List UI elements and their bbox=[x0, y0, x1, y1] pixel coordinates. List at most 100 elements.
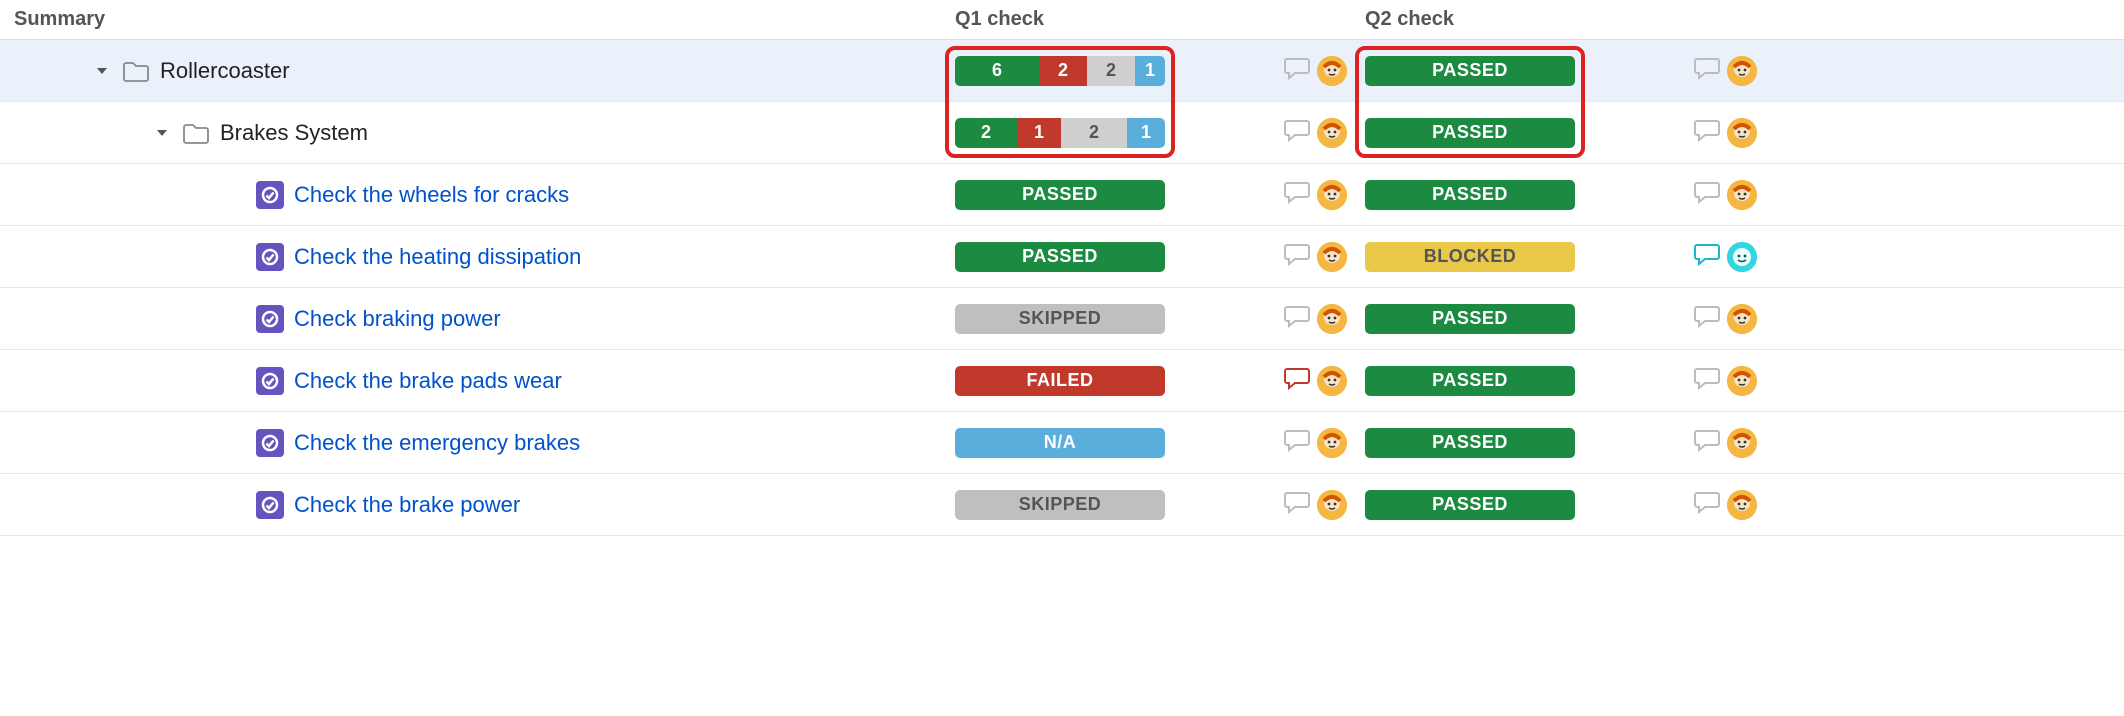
summary-cell: Check braking power bbox=[0, 297, 955, 341]
segment-blue[interactable]: 1 bbox=[1135, 56, 1165, 86]
q2-extras-c1 bbox=[1685, 179, 1775, 211]
assignee-avatar[interactable] bbox=[1727, 180, 1757, 210]
table-row[interactable]: Check braking power SKIPPED PASSED bbox=[0, 288, 2124, 350]
folder-icon bbox=[122, 59, 150, 83]
status-badge-na[interactable]: N/A bbox=[955, 428, 1165, 458]
status-badge-passed[interactable]: PASSED bbox=[955, 180, 1165, 210]
assignee-avatar[interactable] bbox=[1317, 490, 1347, 520]
comment-icon[interactable] bbox=[1283, 427, 1311, 459]
col-header-q2[interactable]: Q2 check bbox=[1365, 0, 1685, 39]
summary-cell: Rollercoaster bbox=[0, 50, 955, 92]
comment-icon[interactable] bbox=[1283, 241, 1311, 273]
status-badge-passed[interactable]: PASSED bbox=[1365, 180, 1575, 210]
test-case-link[interactable]: Check braking power bbox=[294, 306, 501, 332]
segment-green[interactable]: 2 bbox=[955, 118, 1017, 148]
chevron-down-icon[interactable] bbox=[94, 63, 110, 79]
assignee-avatar[interactable] bbox=[1727, 366, 1757, 396]
q2-cell-c4: PASSED bbox=[1365, 358, 1685, 404]
test-case-link[interactable]: Check the emergency brakes bbox=[294, 430, 580, 456]
comment-icon[interactable] bbox=[1283, 179, 1311, 211]
assignee-avatar[interactable] bbox=[1727, 56, 1757, 86]
test-case-icon bbox=[256, 429, 284, 457]
table-row[interactable]: Check the brake pads wear FAILED PASSED bbox=[0, 350, 2124, 412]
test-case-link[interactable]: Check the wheels for cracks bbox=[294, 182, 569, 208]
q1-extras-brakes-system bbox=[1275, 117, 1365, 149]
comment-icon[interactable] bbox=[1693, 117, 1721, 149]
assignee-avatar[interactable] bbox=[1727, 242, 1757, 272]
comment-icon[interactable] bbox=[1693, 55, 1721, 87]
comment-icon[interactable] bbox=[1693, 303, 1721, 335]
comment-icon[interactable] bbox=[1693, 179, 1721, 211]
comment-icon[interactable] bbox=[1693, 241, 1721, 273]
segment-blue[interactable]: 1 bbox=[1127, 118, 1165, 148]
segment-red[interactable]: 1 bbox=[1017, 118, 1061, 148]
comment-icon[interactable] bbox=[1283, 489, 1311, 521]
assignee-avatar[interactable] bbox=[1727, 428, 1757, 458]
q1-cell-c5: N/A bbox=[955, 420, 1275, 466]
table-row[interactable]: Check the heating dissipation PASSED BLOCK… bbox=[0, 226, 2124, 288]
assignee-avatar[interactable] bbox=[1727, 304, 1757, 334]
q1-cell-brakes-system: 2121 bbox=[955, 110, 1275, 156]
test-tree-table: Summary Q1 check Q2 check Rollercoaster 6… bbox=[0, 0, 2124, 536]
assignee-avatar[interactable] bbox=[1727, 490, 1757, 520]
col-header-summary[interactable]: Summary bbox=[0, 0, 955, 39]
test-case-link[interactable]: Check the brake pads wear bbox=[294, 368, 562, 394]
segment-grey[interactable]: 2 bbox=[1061, 118, 1127, 148]
assignee-avatar[interactable] bbox=[1317, 180, 1347, 210]
assignee-avatar[interactable] bbox=[1317, 56, 1347, 86]
table-row[interactable]: Brakes System2121PASSED bbox=[0, 102, 2124, 164]
test-case-icon bbox=[256, 181, 284, 209]
segment-grey[interactable]: 2 bbox=[1087, 56, 1135, 86]
status-badge-passed[interactable]: PASSED bbox=[1365, 56, 1575, 86]
status-badge-passed[interactable]: PASSED bbox=[1365, 366, 1575, 396]
q1-cell-c6: SKIPPED bbox=[955, 482, 1275, 528]
segment-green[interactable]: 6 bbox=[955, 56, 1039, 86]
status-badge-blocked[interactable]: BLOCKED bbox=[1365, 242, 1575, 272]
q1-extras-c4 bbox=[1275, 365, 1365, 397]
table-row[interactable]: Rollercoaster6221PASSED bbox=[0, 40, 2124, 102]
folder-label[interactable]: Brakes System bbox=[220, 120, 368, 146]
assignee-avatar[interactable] bbox=[1727, 118, 1757, 148]
test-case-link[interactable]: Check the heating dissipation bbox=[294, 244, 581, 270]
status-badge-passed[interactable]: PASSED bbox=[1365, 304, 1575, 334]
status-badge-passed[interactable]: PASSED bbox=[1365, 428, 1575, 458]
comment-icon[interactable] bbox=[1283, 55, 1311, 87]
q2-cell-rollercoaster: PASSED bbox=[1365, 48, 1685, 94]
status-badge-passed[interactable]: PASSED bbox=[955, 242, 1165, 272]
q1-cell-rollercoaster: 6221 bbox=[955, 48, 1275, 94]
summary-cell: Check the heating dissipation bbox=[0, 235, 955, 279]
table-row[interactable]: Check the emergency brakes N/A PASSED bbox=[0, 412, 2124, 474]
summary-cell: Check the emergency brakes bbox=[0, 421, 955, 465]
col-header-q1[interactable]: Q1 check bbox=[955, 0, 1275, 39]
assignee-avatar[interactable] bbox=[1317, 366, 1347, 396]
test-case-icon bbox=[256, 367, 284, 395]
comment-icon[interactable] bbox=[1693, 489, 1721, 521]
assignee-avatar[interactable] bbox=[1317, 428, 1347, 458]
folder-label[interactable]: Rollercoaster bbox=[160, 58, 290, 84]
chevron-down-icon[interactable] bbox=[154, 125, 170, 141]
status-segment-bar[interactable]: 6221 bbox=[955, 56, 1165, 86]
q2-extras-c2 bbox=[1685, 241, 1775, 273]
status-badge-passed[interactable]: PASSED bbox=[1365, 490, 1575, 520]
assignee-avatar[interactable] bbox=[1317, 304, 1347, 334]
test-case-link[interactable]: Check the brake power bbox=[294, 492, 520, 518]
q1-cell-c1: PASSED bbox=[955, 172, 1275, 218]
assignee-avatar[interactable] bbox=[1317, 118, 1347, 148]
q2-extras-c4 bbox=[1685, 365, 1775, 397]
comment-icon[interactable] bbox=[1693, 427, 1721, 459]
table-row[interactable]: Check the wheels for cracks PASSED PASSED bbox=[0, 164, 2124, 226]
comment-icon[interactable] bbox=[1283, 365, 1311, 397]
status-segment-bar[interactable]: 2121 bbox=[955, 118, 1165, 148]
q1-extras-c2 bbox=[1275, 241, 1365, 273]
comment-icon[interactable] bbox=[1693, 365, 1721, 397]
q1-cell-c3: SKIPPED bbox=[955, 296, 1275, 342]
table-row[interactable]: Check the brake power SKIPPED PASSED bbox=[0, 474, 2124, 536]
segment-red[interactable]: 2 bbox=[1039, 56, 1087, 86]
assignee-avatar[interactable] bbox=[1317, 242, 1347, 272]
comment-icon[interactable] bbox=[1283, 303, 1311, 335]
status-badge-failed[interactable]: FAILED bbox=[955, 366, 1165, 396]
status-badge-skipped[interactable]: SKIPPED bbox=[955, 490, 1165, 520]
status-badge-skipped[interactable]: SKIPPED bbox=[955, 304, 1165, 334]
status-badge-passed[interactable]: PASSED bbox=[1365, 118, 1575, 148]
comment-icon[interactable] bbox=[1283, 117, 1311, 149]
